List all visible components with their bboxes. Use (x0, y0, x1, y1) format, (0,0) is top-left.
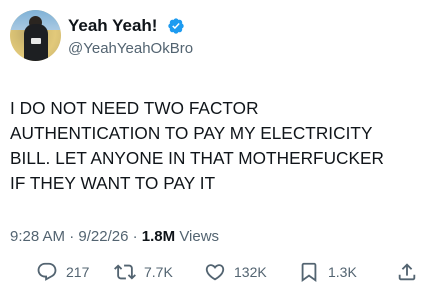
tweet-text: I DO NOT NEED TWO FACTOR AUTHENTICATION … (10, 96, 425, 196)
tweet-line: IF THEY WANT TO PAY IT (10, 173, 216, 193)
bookmark-count: 1.3K (328, 264, 357, 280)
retweet-button[interactable]: 7.7K (114, 258, 173, 286)
action-bar: 217 7.7K 132K 1.3K (0, 258, 435, 286)
bookmark-button[interactable]: 1.3K (298, 258, 357, 286)
reply-count: 217 (66, 264, 90, 280)
tweet-time[interactable]: 9:28 AM (10, 228, 65, 245)
views-label: Views (179, 228, 220, 245)
meta-separator: · (132, 228, 138, 245)
like-count: 132K (234, 264, 267, 280)
views-count: 1.8M (141, 228, 176, 245)
tweet-meta: 9:28 AM · 9/22/26 · 1.8M Views (10, 228, 219, 246)
heart-icon (205, 264, 225, 281)
reply-button[interactable]: 217 (36, 258, 89, 286)
tweet-line: AUTHENTICATION TO PAY MY ELECTRICITY (10, 123, 373, 143)
display-name[interactable]: Yeah Yeah! (68, 16, 157, 36)
avatar-jersey (31, 38, 41, 44)
user-handle[interactable]: @YeahYeahOkBro (68, 40, 193, 58)
retweet-icon (114, 264, 136, 280)
retweet-count: 7.7K (144, 264, 173, 280)
share-button[interactable] (396, 258, 418, 286)
tweet-date[interactable]: 9/22/26 (78, 228, 128, 245)
tweet-line: BILL. LET ANYONE IN THAT MOTHERFUCKER (10, 148, 385, 168)
verified-badge-icon (168, 18, 184, 34)
share-icon (398, 263, 416, 281)
meta-separator: · (69, 228, 75, 245)
like-button[interactable]: 132K (204, 258, 267, 286)
reply-icon (37, 262, 57, 281)
tweet-line: I DO NOT NEED TWO FACTOR (10, 98, 259, 118)
bookmark-icon (301, 262, 317, 283)
avatar[interactable] (10, 10, 61, 61)
